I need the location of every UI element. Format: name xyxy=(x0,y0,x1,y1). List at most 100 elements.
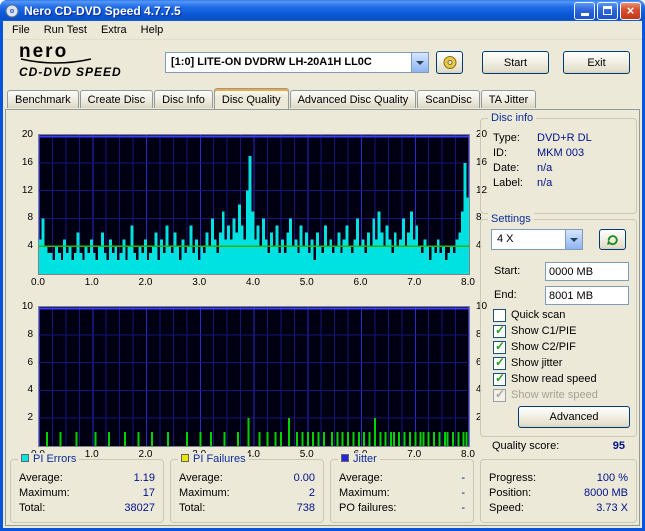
app-icon xyxy=(5,4,19,18)
axis-tick-label: 0.0 xyxy=(31,277,45,288)
speed-row: Speed: 3.73 X xyxy=(489,500,628,515)
stat-row: Average: - xyxy=(339,470,465,485)
stat-row: Maximum: 17 xyxy=(19,485,155,500)
menu-help[interactable]: Help xyxy=(134,22,171,38)
row-label: Average: xyxy=(179,471,223,484)
pif-chart xyxy=(38,306,470,447)
checkbox-show-c2-pif[interactable]: Show C2/PIF xyxy=(493,339,576,354)
disc-icon xyxy=(443,56,456,69)
pi-failures-title: PI Failures xyxy=(178,453,249,465)
menu-run-test[interactable]: Run Test xyxy=(37,22,94,38)
axis-tick-label: 12 xyxy=(21,184,33,196)
settings-title: Settings xyxy=(488,213,534,225)
row-value: 38027 xyxy=(124,501,155,514)
pif-chart-plot xyxy=(39,307,469,446)
tab-scandisc[interactable]: ScanDisc xyxy=(417,90,480,108)
checkbox-show-read-speed[interactable]: Show read speed xyxy=(493,371,597,386)
pie-chart-plot xyxy=(39,135,470,274)
disc-info-row-type: Type: DVD+R DL xyxy=(493,130,636,145)
exit-button[interactable]: Exit xyxy=(563,51,630,74)
pie-color-swatch xyxy=(21,454,29,462)
tab-disc-quality[interactable]: Disc Quality xyxy=(213,88,289,109)
maximize-button[interactable] xyxy=(597,1,618,20)
row-value: 17 xyxy=(142,486,155,499)
row-label: ID: xyxy=(493,146,508,159)
pie-chart xyxy=(38,134,470,275)
tab-benchmark[interactable]: Benchmark xyxy=(7,90,79,108)
chevron-down-icon[interactable] xyxy=(565,230,582,249)
stat-row: Average: 0.00 xyxy=(179,470,315,485)
tab-create-disc[interactable]: Create Disc xyxy=(79,90,154,108)
title-bar[interactable]: Nero CD-DVD Speed 4.7.7.5 × xyxy=(0,0,645,21)
minimize-button[interactable] xyxy=(574,1,595,20)
axis-tick-label: 3.0 xyxy=(192,277,207,288)
axis-tick-label: 1.0 xyxy=(84,277,99,288)
row-value: n/a xyxy=(537,176,553,189)
axis-tick-label: 10 xyxy=(21,301,33,312)
row-label: Maximum: xyxy=(19,486,70,499)
quality-score-value: 95 xyxy=(612,440,625,452)
row-label: Average: xyxy=(19,471,63,484)
checkbox-show-jitter[interactable]: Show jitter xyxy=(493,355,562,370)
checkbox-show-c1-pie[interactable]: Show C1/PIE xyxy=(493,323,576,338)
row-value: 0.00 xyxy=(293,471,315,484)
tab-ta-jitter[interactable]: TA Jitter xyxy=(480,90,537,108)
stat-row: Average: 1.19 xyxy=(19,470,155,485)
speed-select[interactable]: 4 X xyxy=(491,229,583,250)
progress-row: Progress: 100 % xyxy=(489,470,628,485)
disc-info-title: Disc info xyxy=(488,112,537,124)
checkbox-box xyxy=(493,323,506,338)
position-row: Position: 8000 MB xyxy=(489,485,628,500)
axis-tick-label: 8.0 xyxy=(461,277,475,288)
row-value: 8000 MB xyxy=(583,486,628,499)
row-label: Date: xyxy=(493,161,520,174)
row-label: Label: xyxy=(493,176,523,189)
start-button[interactable]: Start xyxy=(482,51,549,74)
refresh-button[interactable] xyxy=(599,229,626,250)
stat-row: Maximum: 2 xyxy=(179,485,315,500)
axis-tick-label: 20 xyxy=(21,129,33,140)
row-label: Type: xyxy=(493,131,520,144)
disc-info-group: Disc info Type: DVD+R DL ID: MKM 003 Date:… xyxy=(480,112,637,214)
menu-extra[interactable]: Extra xyxy=(94,22,134,38)
disc-info-row-id: ID: MKM 003 xyxy=(493,145,636,160)
window-content: File Run Test Extra Help nero CD-DVD SPE… xyxy=(3,21,642,528)
advanced-button[interactable]: Advanced xyxy=(518,406,630,428)
axis-tick-label: 5.0 xyxy=(299,277,314,288)
menu-file[interactable]: File xyxy=(5,22,37,38)
axis-tick-label: 8 xyxy=(27,328,33,340)
tab-disc-info[interactable]: Disc Info xyxy=(154,90,213,108)
close-button[interactable]: × xyxy=(620,1,641,20)
tab-advanced-disc-quality[interactable]: Advanced Disc Quality xyxy=(289,90,417,108)
checkbox-label: Show C2/PIF xyxy=(511,341,576,353)
checkbox-label: Show read speed xyxy=(511,373,597,385)
row-value: DVD+R DL xyxy=(537,131,592,144)
axis-tick-label: 4 xyxy=(27,240,33,252)
row-label: Progress: xyxy=(489,471,537,484)
end-input[interactable] xyxy=(545,286,629,305)
stat-row: Total: 38027 xyxy=(19,500,155,515)
axis-tick-label: 2.0 xyxy=(138,277,153,288)
axis-tick-label: 2 xyxy=(27,412,33,424)
drive-select-value: [1:0] LITE-ON DVDRW LH-20A1H LL0C xyxy=(171,56,372,68)
row-value: 3.73 X xyxy=(596,501,628,514)
start-input[interactable] xyxy=(545,262,629,281)
checkbox-quick-scan[interactable]: Quick scan xyxy=(493,308,565,322)
chevron-down-icon[interactable] xyxy=(411,53,428,72)
stat-row: Maximum: - xyxy=(339,485,465,500)
eject-button[interactable] xyxy=(436,51,463,74)
refresh-icon xyxy=(607,235,618,246)
pif-chart-y-axis-left: 2 4 6 8 10 xyxy=(9,301,35,445)
disc-info-row-label: Label: n/a xyxy=(493,175,636,190)
tab-strip: Benchmark Create Disc Disc Info Disc Qua… xyxy=(3,87,642,109)
axis-tick-label: 7.0 xyxy=(407,277,422,288)
disc-quality-panel: 4 8 12 16 20 4 8 12 16 20 0.0 1.0 2.0 3.0 4.0 5.0 6.0 7… xyxy=(5,109,640,526)
nero-logo: nero CD-DVD SPEED xyxy=(19,42,122,79)
pi-errors-group: PI Errors Average: 1.19 Maximum: 17 Total:… xyxy=(10,453,164,523)
row-label: Average: xyxy=(339,471,383,484)
checkbox-box xyxy=(493,308,506,322)
row-value: n/a xyxy=(537,161,553,174)
menu-bar: File Run Test Extra Help xyxy=(3,21,642,40)
drive-select[interactable]: [1:0] LITE-ON DVDRW LH-20A1H LL0C xyxy=(165,52,429,73)
axis-tick-label: 4.0 xyxy=(246,277,260,288)
